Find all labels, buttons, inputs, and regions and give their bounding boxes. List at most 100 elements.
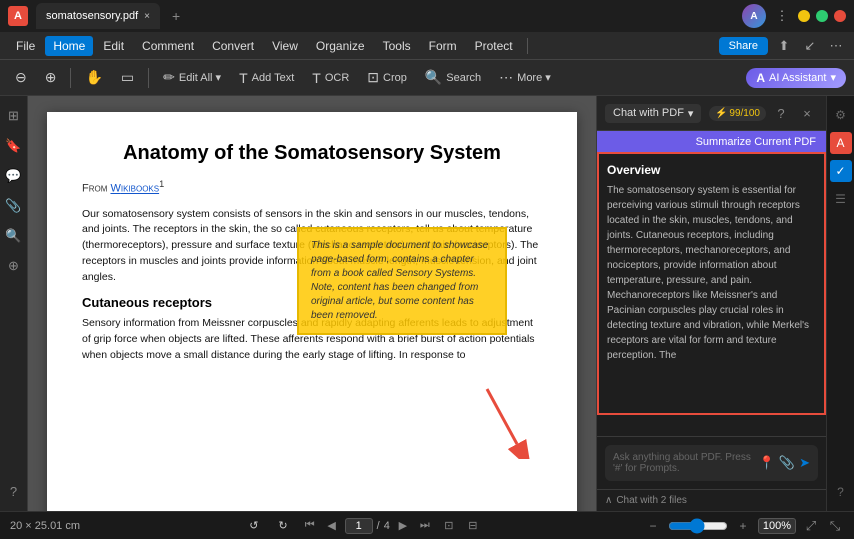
files-bar[interactable]: ∧ Chat with 2 files (597, 489, 826, 511)
title-bar: A somatosensory.pdf × + A ⋮ (0, 0, 854, 32)
chat-with-pdf-btn[interactable]: Chat with PDF ▾ (605, 104, 701, 123)
search-btn[interactable]: 🔍 Search (418, 65, 488, 90)
sidebar-attach-icon[interactable]: 📎 (2, 194, 26, 218)
zoom-slider[interactable] (668, 518, 728, 534)
tab-filename: somatosensory.pdf (46, 10, 138, 22)
more-label: More ▾ (517, 71, 551, 84)
overview-text: The somatosensory system is essential fo… (607, 183, 816, 363)
chat-panel-title: Chat with PDF (613, 107, 684, 119)
sidebar-home-icon[interactable]: ⊞ (2, 104, 26, 128)
menu-comment[interactable]: Comment (134, 36, 202, 56)
share-btn[interactable]: Share (719, 37, 768, 55)
maximize-btn[interactable] (816, 10, 828, 22)
status-center: ↺ ↻ ⏮ ◀ / 4 ▶ ⏭ ⊡ ⊟ (88, 515, 636, 536)
menu-edit[interactable]: Edit (95, 36, 132, 56)
location-icon[interactable]: 📍 (759, 455, 775, 471)
lightning-icon: ⚡ (715, 108, 727, 119)
rs-ai-icon[interactable]: A (830, 132, 852, 154)
zoom-out-status-btn[interactable]: − (644, 517, 662, 535)
files-expand-icon: ∧ (605, 495, 612, 506)
chat-placeholder: Ask anything about PDF. Press '#' for Pr… (613, 452, 753, 474)
single-page-view-btn[interactable]: ⊡ (440, 517, 458, 535)
edit-all-btn[interactable]: ✏ Edit All ▾ (156, 65, 228, 90)
overview-title: Overview (607, 163, 816, 177)
fit-page-btn[interactable]: ⤡ (826, 517, 844, 535)
score-value: 99/100 (729, 108, 760, 119)
menu-protect[interactable]: Protect (467, 36, 521, 56)
menu-home[interactable]: Home (45, 36, 93, 56)
hand-tool-btn[interactable]: ✋ (78, 65, 109, 90)
edit-icon: ✏ (163, 69, 175, 86)
prev-page-btn[interactable]: ◀ (323, 517, 341, 535)
main-area: ⊞ 🔖 💬 📎 🔍 ⊕ ? Anatomy of the Somatosenso… (0, 96, 854, 511)
add-text-icon: T (239, 70, 248, 86)
score-badge: ⚡ 99/100 (709, 106, 766, 121)
rs-help-icon[interactable]: ? (830, 481, 852, 503)
download-icon[interactable]: ↙ (800, 36, 820, 56)
menu-organize[interactable]: Organize (308, 36, 373, 56)
app-icon: A (8, 6, 28, 26)
zoom-out-icon: ⊖ (15, 69, 27, 86)
first-page-btn[interactable]: ⏮ (301, 517, 319, 535)
rs-menu-icon[interactable]: ☰ (830, 188, 852, 210)
fullscreen-btn[interactable]: ⤢ (802, 517, 820, 535)
sidebar-help-icon[interactable]: ? (2, 479, 26, 503)
new-tab-btn[interactable]: + (164, 4, 188, 28)
ocr-icon: T (312, 70, 321, 86)
ai-assistant-btn[interactable]: A AI Assistant ▾ (746, 68, 846, 88)
crop-icon: ⊡ (367, 69, 379, 86)
last-page-btn[interactable]: ⏭ (416, 517, 434, 535)
kebab-menu-btn[interactable]: ⋮ (772, 6, 792, 26)
menu-form[interactable]: Form (421, 36, 465, 56)
page-nav: ⏮ ◀ / 4 ▶ ⏭ (301, 517, 434, 535)
sidebar-search-icon[interactable]: 🔍 (2, 224, 26, 248)
sidebar-bookmark-icon[interactable]: 🔖 (2, 134, 26, 158)
next-page-btn[interactable]: ▶ (394, 517, 412, 535)
tab-close-btn[interactable]: × (144, 11, 150, 22)
edit-all-label: Edit All ▾ (179, 71, 221, 84)
send-icon[interactable]: ➤ (799, 455, 810, 471)
zoom-in-btn[interactable]: ⊕ (38, 65, 64, 90)
rotate-left-btn[interactable]: ↺ (242, 515, 265, 536)
rs-settings-icon[interactable]: ⚙ (830, 104, 852, 126)
add-text-btn[interactable]: T Add Text (232, 66, 301, 90)
chat-input-area[interactable]: Ask anything about PDF. Press '#' for Pr… (605, 445, 818, 481)
active-tab[interactable]: somatosensory.pdf × (36, 3, 160, 29)
toolbar-divider-1 (70, 68, 71, 88)
ai-label: AI Assistant (769, 72, 826, 84)
menu-view[interactable]: View (264, 36, 306, 56)
menu-convert[interactable]: Convert (204, 36, 262, 56)
menu-bar: File Home Edit Comment Convert View Orga… (0, 32, 854, 60)
zoom-out-btn[interactable]: ⊖ (8, 65, 34, 90)
close-btn[interactable] (834, 10, 846, 22)
minimize-btn[interactable] (798, 10, 810, 22)
menu-file[interactable]: File (8, 36, 43, 56)
rotate-right-btn[interactable]: ↻ (271, 515, 294, 536)
attach-icon[interactable]: 📎 (779, 455, 795, 471)
pdf-viewer: Anatomy of the Somatosensory System From… (28, 96, 596, 511)
sidebar-comment-icon[interactable]: 💬 (2, 164, 26, 188)
rs-check-icon[interactable]: ✓ (830, 160, 852, 182)
right-panel: Chat with PDF ▾ ⚡ 99/100 ? × Summarize C… (596, 96, 826, 511)
toolbar-divider-2 (148, 68, 149, 88)
more-menu-icon[interactable]: ⋯ (826, 36, 846, 56)
select-tool-btn[interactable]: ▭ (114, 65, 141, 90)
page-separator: / (377, 520, 380, 532)
more-btn[interactable]: ⋯ More ▾ (492, 65, 558, 90)
zoom-value-input[interactable] (758, 518, 796, 534)
crop-btn[interactable]: ⊡ Crop (360, 65, 414, 90)
toolbar: ⊖ ⊕ ✋ ▭ ✏ Edit All ▾ T Add Text T OCR ⊡ … (0, 60, 854, 96)
current-page-input[interactable] (345, 518, 373, 534)
double-page-view-btn[interactable]: ⊟ (464, 517, 482, 535)
menu-tools[interactable]: Tools (375, 36, 419, 56)
ai-dropdown-icon: ▾ (830, 71, 836, 84)
upload-icon[interactable]: ⬆ (774, 36, 794, 56)
ocr-btn[interactable]: T OCR (305, 66, 356, 90)
sidebar-layers-icon[interactable]: ⊕ (2, 254, 26, 278)
summarize-bar[interactable]: Summarize Current PDF (597, 131, 826, 153)
panel-help-btn[interactable]: ? (770, 102, 792, 124)
chat-dropdown-icon: ▾ (688, 107, 694, 120)
wikibooks-link[interactable]: Wikibooks (110, 183, 159, 195)
zoom-in-status-btn[interactable]: + (734, 517, 752, 535)
panel-close-btn[interactable]: × (796, 102, 818, 124)
